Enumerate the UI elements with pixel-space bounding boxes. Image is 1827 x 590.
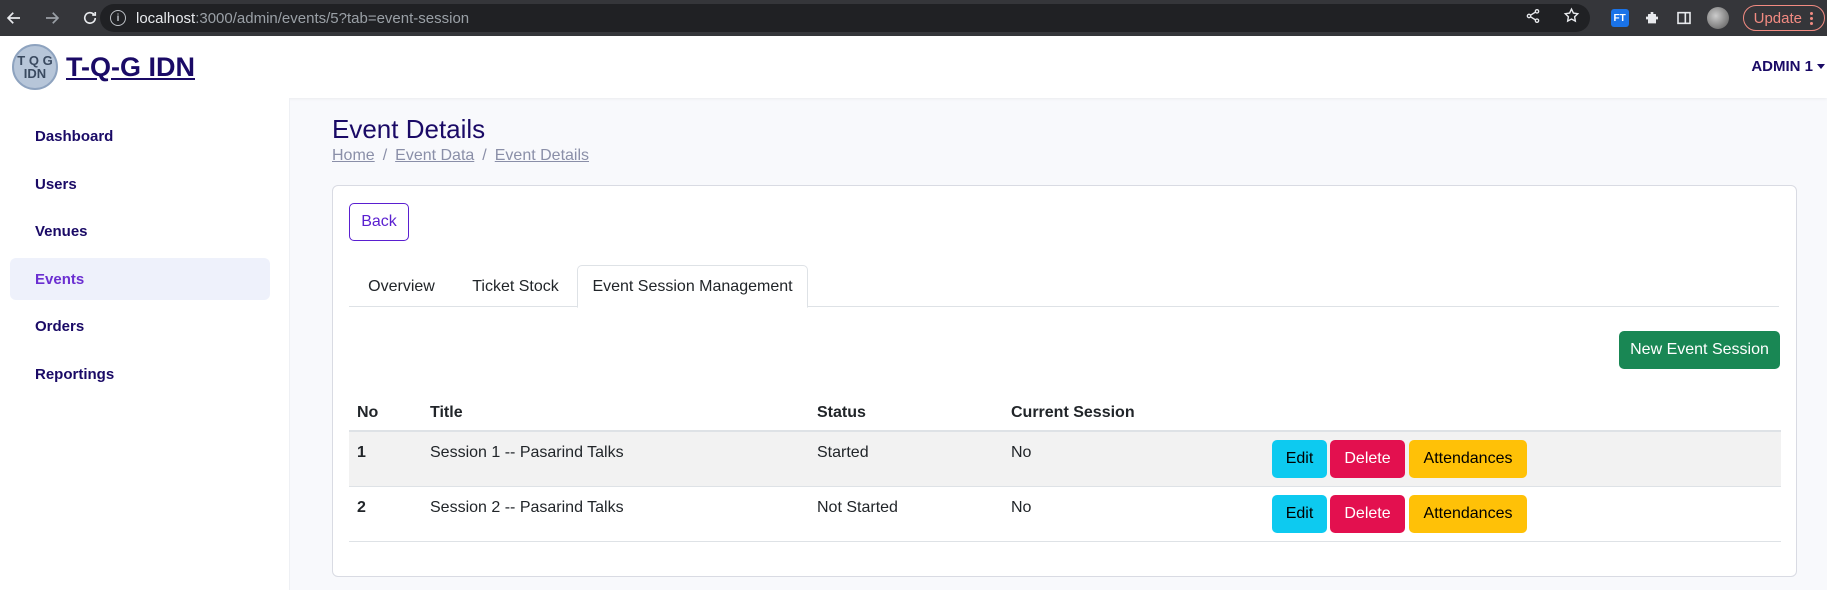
row-current-session: No — [1011, 444, 1032, 461]
share-icon[interactable] — [1525, 8, 1541, 29]
back-button[interactable]: Back — [349, 203, 409, 241]
column-header-title: Title — [430, 404, 463, 421]
event-session-table: No Title Status Current Session 1 Sessio… — [349, 396, 1781, 542]
update-label: Update — [1753, 9, 1802, 27]
edit-button[interactable]: Edit — [1272, 440, 1327, 478]
sidebar-item-events[interactable]: Events — [10, 258, 270, 300]
admin-user-dropdown[interactable]: ADMIN 1 — [1751, 58, 1825, 75]
event-details-card: Back Overview Ticket Stock Event Session… — [332, 185, 1797, 577]
column-header-status: Status — [817, 404, 866, 421]
caret-down-icon — [1817, 64, 1825, 69]
admin-label: ADMIN 1 — [1751, 58, 1813, 75]
column-header-current-session: Current Session — [1011, 404, 1135, 421]
breadcrumb: Home / Event Data / Event Details — [332, 147, 589, 165]
row-current-session: No — [1011, 499, 1032, 516]
tab-ticket-stock[interactable]: Ticket Stock — [454, 265, 577, 308]
url-path: :3000/admin/events/5?tab=event-session — [195, 9, 470, 27]
site-info-icon[interactable]: i — [110, 10, 126, 26]
breadcrumb-separator: / — [482, 147, 487, 164]
sidebar-item-orders[interactable]: Orders — [10, 305, 270, 347]
row-no: 2 — [357, 499, 366, 516]
delete-button[interactable]: Delete — [1330, 440, 1405, 478]
browser-toolbar: i localhost:3000/admin/events/5?tab=even… — [0, 0, 1827, 36]
row-no: 1 — [357, 444, 366, 461]
row-status: Started — [817, 444, 869, 461]
breadcrumb-home[interactable]: Home — [332, 147, 375, 165]
more-menu-icon — [1810, 11, 1814, 25]
app-header: T Q G IDN T-Q-G IDN ADMIN 1 — [0, 36, 1827, 98]
breadcrumb-event-data[interactable]: Event Data — [395, 147, 474, 165]
column-header-no: No — [357, 404, 379, 421]
delete-button[interactable]: Delete — [1330, 495, 1405, 533]
table-header: No Title Status Current Session — [349, 396, 1781, 432]
breadcrumb-event-details[interactable]: Event Details — [495, 147, 589, 165]
forward-arrow-icon[interactable] — [38, 4, 66, 32]
tab-event-session-management[interactable]: Event Session Management — [577, 265, 808, 308]
profile-avatar[interactable] — [1706, 7, 1729, 29]
page-title: Event Details — [332, 114, 486, 144]
tab-bar: Overview Ticket Stock Event Session Mana… — [349, 265, 1779, 308]
address-bar[interactable]: i localhost:3000/admin/events/5?tab=even… — [100, 4, 1590, 32]
bookmark-star-icon[interactable] — [1563, 7, 1580, 29]
url-text[interactable]: localhost:3000/admin/events/5?tab=event-… — [136, 10, 469, 27]
sidebar-item-venues[interactable]: Venues — [10, 210, 270, 252]
brand-link[interactable]: T-Q-G IDN — [66, 52, 195, 83]
sidebar-item-dashboard[interactable]: Dashboard — [10, 115, 270, 157]
extension-ft-icon[interactable]: FT — [1610, 9, 1629, 27]
attendances-button[interactable]: Attendances — [1409, 440, 1527, 478]
sidebar: Dashboard Users Venues Events Orders Rep… — [0, 98, 290, 590]
row-status: Not Started — [817, 499, 898, 516]
logo-text-bottom: IDN — [23, 66, 47, 81]
table-row: 1 Session 1 -- Pasarind Talks Started No… — [349, 432, 1781, 487]
sidebar-item-reportings[interactable]: Reportings — [10, 353, 270, 395]
attendances-button[interactable]: Attendances — [1409, 495, 1527, 533]
extensions-puzzle-icon[interactable] — [1643, 9, 1661, 27]
back-arrow-icon[interactable] — [0, 4, 28, 32]
row-title: Session 2 -- Pasarind Talks — [430, 499, 624, 516]
url-host: localhost — [136, 9, 196, 27]
side-panel-icon[interactable] — [1675, 9, 1693, 27]
edit-button[interactable]: Edit — [1272, 495, 1327, 533]
breadcrumb-separator: / — [382, 147, 388, 164]
table-row: 2 Session 2 -- Pasarind Talks Not Starte… — [349, 487, 1781, 542]
tab-overview[interactable]: Overview — [349, 265, 454, 308]
browser-update-button[interactable]: Update — [1742, 5, 1825, 31]
sidebar-item-users[interactable]: Users — [10, 163, 270, 205]
brand-logo[interactable]: T Q G IDN — [12, 44, 58, 90]
row-title: Session 1 -- Pasarind Talks — [430, 444, 624, 461]
new-event-session-button[interactable]: New Event Session — [1619, 331, 1780, 369]
